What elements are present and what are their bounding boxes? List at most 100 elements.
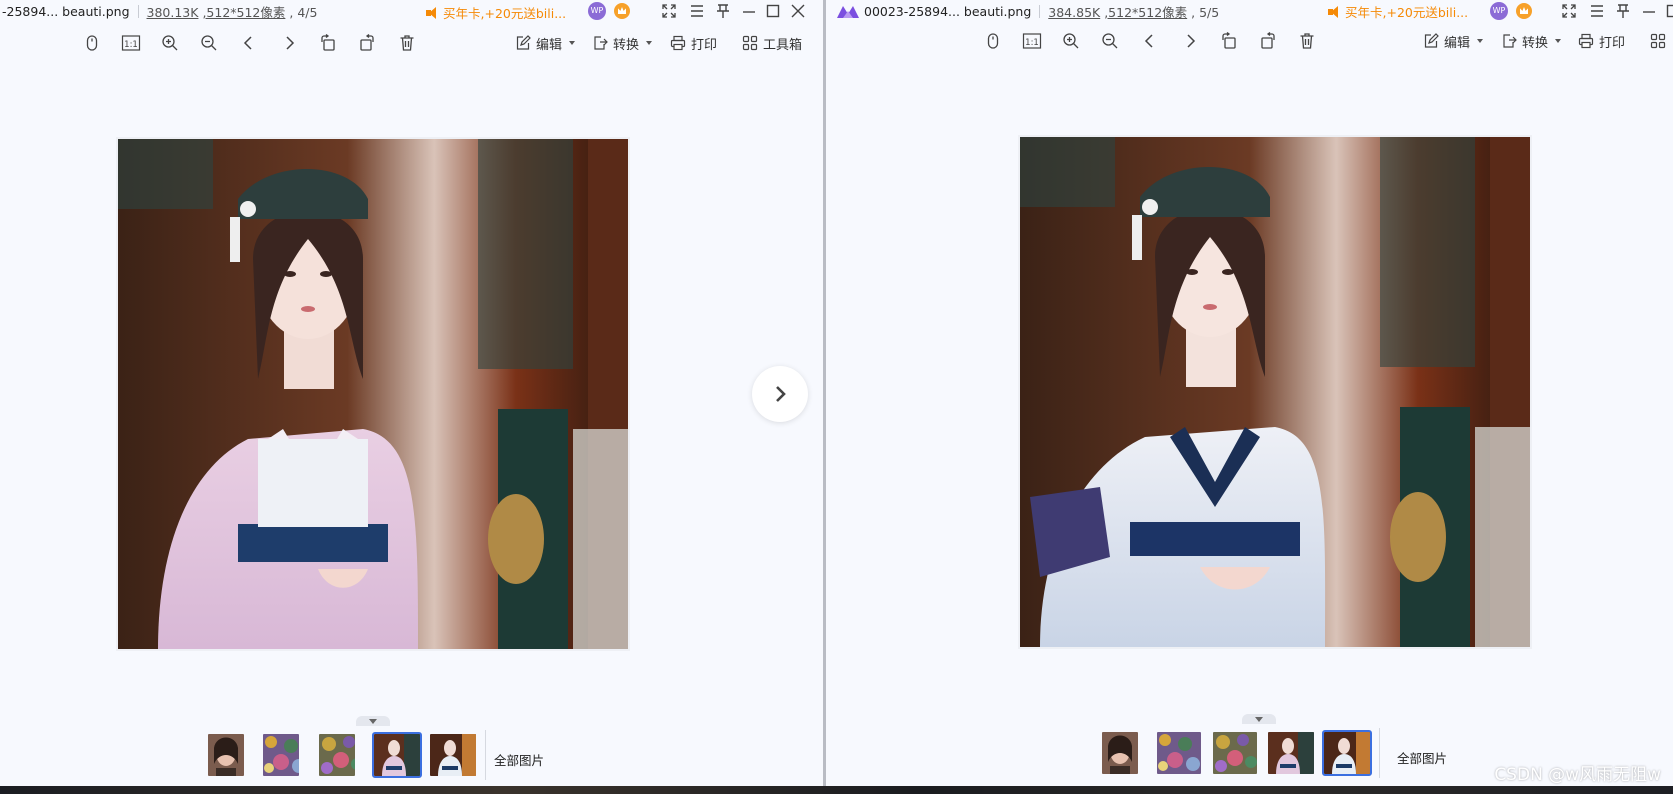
- viewer-window-left: -25894... beauti.png 380.13K ,512*512像素 …: [0, 0, 823, 790]
- image-dimensions[interactable]: ,512*512像素: [1104, 5, 1187, 20]
- all-images-link[interactable]: 全部图片: [494, 750, 544, 769]
- edit-menu[interactable]: 编辑: [515, 30, 576, 56]
- thumbnail-2[interactable]: [1155, 730, 1203, 776]
- thumbnail-5[interactable]: [428, 732, 478, 778]
- previous-button[interactable]: [236, 30, 262, 56]
- image-position: , 4/5: [289, 4, 318, 20]
- hanfu-portrait-image: [118, 139, 628, 649]
- print-button[interactable]: 打印: [670, 30, 717, 56]
- all-images-link[interactable]: 全部图片: [1397, 748, 1447, 767]
- next-button[interactable]: [1177, 28, 1203, 54]
- zoom-in-button[interactable]: [1058, 28, 1084, 54]
- delete-button[interactable]: [394, 30, 420, 56]
- zoom-out-button[interactable]: [1097, 28, 1123, 54]
- image-dimensions[interactable]: ,512*512像素: [202, 5, 285, 20]
- collapse-thumbnails-toggle[interactable]: [356, 716, 390, 726]
- maximize-icon[interactable]: [1664, 2, 1673, 20]
- promo-text: 买年卡,+20元送bili...: [443, 6, 567, 21]
- thumbnail-divider: [1379, 728, 1380, 778]
- thumbnail-image: [263, 734, 299, 776]
- minimize-icon[interactable]: [1640, 2, 1658, 20]
- crown-icon[interactable]: [614, 3, 630, 19]
- file-info[interactable]: 384.85K ,512*512像素 , 5/5: [1048, 2, 1219, 21]
- thumbnail-4[interactable]: [1266, 730, 1316, 776]
- mouse-mode-button[interactable]: [79, 30, 105, 56]
- rotate-left-icon: [321, 34, 335, 51]
- zoom-in-button[interactable]: [157, 30, 183, 56]
- menu-icon[interactable]: [688, 2, 706, 20]
- convert-label: 转换: [613, 37, 640, 53]
- print-button[interactable]: 打印: [1578, 28, 1625, 54]
- rotate-left-button[interactable]: [1216, 28, 1242, 54]
- image-position: , 5/5: [1191, 4, 1220, 20]
- wp-badge-icon[interactable]: WP: [588, 2, 606, 20]
- toolbar: 1:1 编辑 转换 打印: [826, 28, 1673, 54]
- trash-icon: [1300, 33, 1314, 49]
- maximize-icon[interactable]: [764, 2, 782, 20]
- fullscreen-icon[interactable]: [1560, 2, 1578, 20]
- taskbar-strip: [0, 786, 1673, 794]
- title-separator: [137, 4, 139, 18]
- toolbox-button[interactable]: 工具箱: [742, 30, 802, 56]
- previous-button[interactable]: [1137, 28, 1163, 54]
- thumbnail-image: [1213, 732, 1257, 774]
- menu-icon[interactable]: [1588, 2, 1606, 20]
- promo-banner[interactable]: 买年卡,+20元送bili...: [426, 3, 566, 22]
- thumbnail-2[interactable]: [261, 732, 301, 778]
- collapse-thumbnails-toggle[interactable]: [1242, 714, 1276, 724]
- mouse-mode-button[interactable]: [980, 28, 1006, 54]
- rotate-left-button[interactable]: [315, 30, 341, 56]
- thumbnail-image: [374, 734, 420, 776]
- edit-icon: [516, 35, 531, 50]
- caret-down-icon: [646, 41, 653, 45]
- grid-icon: [742, 35, 758, 51]
- rotate-left-icon: [1222, 32, 1236, 49]
- pin-icon[interactable]: [1614, 2, 1632, 20]
- title-bar: -25894... beauti.png 380.13K ,512*512像素 …: [0, 0, 823, 22]
- rotate-right-button[interactable]: [1255, 28, 1281, 54]
- convert-icon: [1503, 34, 1517, 48]
- caret-down-icon: [1477, 39, 1484, 43]
- zoom-out-button[interactable]: [196, 30, 222, 56]
- chevron-right-icon: [286, 36, 295, 50]
- edit-icon: [1424, 33, 1439, 48]
- crown-icon[interactable]: [1516, 3, 1532, 19]
- thumbnail-1[interactable]: [206, 732, 246, 778]
- rotate-right-button[interactable]: [354, 30, 380, 56]
- actual-size-button[interactable]: 1:1: [1019, 28, 1045, 54]
- minimize-icon[interactable]: [740, 2, 758, 20]
- actual-size-button[interactable]: 1:1: [118, 30, 144, 56]
- file-info[interactable]: 380.13K ,512*512像素 , 4/5: [147, 2, 318, 21]
- next-image-button[interactable]: [752, 366, 808, 422]
- wp-badge-icon[interactable]: WP: [1490, 2, 1508, 20]
- thumbnail-image: [1268, 732, 1314, 774]
- pin-icon[interactable]: [714, 2, 732, 20]
- thumbnail-image: [1157, 732, 1201, 774]
- speaker-icon: [1328, 5, 1342, 18]
- zoom-in-icon: [1063, 33, 1079, 49]
- thumbnail-5[interactable]: [1322, 730, 1372, 776]
- close-icon[interactable]: [789, 2, 807, 20]
- convert-menu[interactable]: 转换: [592, 30, 653, 56]
- thumbnail-1[interactable]: [1100, 730, 1140, 776]
- thumbnail-3[interactable]: [317, 732, 357, 778]
- actual-size-icon: 1:1: [121, 35, 141, 51]
- convert-menu[interactable]: 转换: [1501, 28, 1562, 54]
- file-size[interactable]: 380.13K: [147, 5, 199, 20]
- main-image[interactable]: [1018, 135, 1532, 649]
- next-button[interactable]: [276, 30, 302, 56]
- promo-banner[interactable]: 买年卡,+20元送bili...: [1328, 2, 1468, 21]
- edit-menu[interactable]: 编辑: [1423, 28, 1484, 54]
- main-image[interactable]: [116, 137, 630, 651]
- toolbox-button[interactable]: [1650, 28, 1666, 54]
- thumbnail-4[interactable]: [372, 732, 422, 778]
- fullscreen-icon[interactable]: [660, 2, 678, 20]
- file-size[interactable]: 384.85K: [1048, 5, 1100, 20]
- rotate-right-icon: [360, 34, 374, 51]
- chevron-left-icon: [243, 36, 252, 50]
- delete-button[interactable]: [1294, 28, 1320, 54]
- caret-down-icon: [1555, 39, 1562, 43]
- thumbnail-3[interactable]: [1211, 730, 1259, 776]
- printer-icon: [1578, 33, 1594, 49]
- thumbnail-image: [430, 734, 476, 776]
